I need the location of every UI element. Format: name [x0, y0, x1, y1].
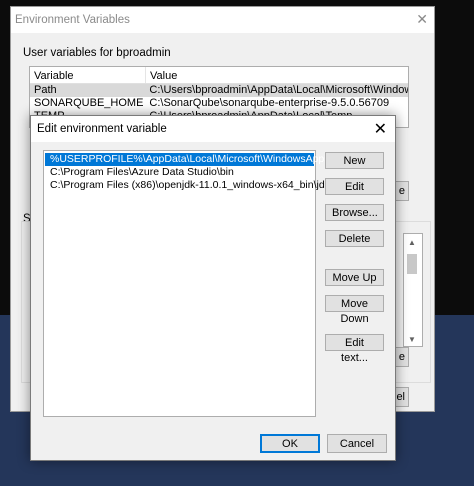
edit-text-button[interactable]: Edit text...: [325, 334, 384, 364]
scroll-down-icon[interactable]: ▼: [408, 335, 416, 344]
env-titlebar: Environment Variables ✕: [11, 7, 434, 33]
delete-button[interactable]: Delete: [325, 230, 384, 247]
user-variables-group-label: User variables for bproadmin: [23, 47, 171, 59]
env-window-title: Environment Variables: [15, 14, 130, 26]
close-icon[interactable]: ✕: [416, 11, 428, 28]
row-value: C:\SonarQube\sonarqube-enterprise-9.5.0.…: [149, 97, 390, 109]
column-header-value[interactable]: Value: [146, 67, 181, 83]
row-variable: SONARQUBE_HOME: [34, 97, 144, 109]
ok-button[interactable]: OK: [260, 434, 320, 453]
scroll-thumb[interactable]: [407, 254, 417, 274]
table-row[interactable]: SONARQUBE_HOME C:\SonarQube\sonarqube-en…: [30, 97, 408, 110]
user-variables-header: Variable Value: [30, 67, 408, 84]
scroll-up-icon[interactable]: ▲: [408, 238, 416, 247]
table-row[interactable]: Path C:\Users\bproadmin\AppData\Local\Mi…: [30, 84, 408, 97]
row-value: C:\Users\bproadmin\AppData\Local\Microso…: [149, 84, 408, 96]
system-variables-scrollbar[interactable]: ▲ ▼: [403, 233, 423, 347]
column-header-variable[interactable]: Variable: [30, 67, 146, 83]
list-item[interactable]: C:\Program Files\Azure Data Studio\bin: [45, 166, 314, 179]
dialog-titlebar: Edit environment variable ✕: [31, 116, 395, 142]
move-up-button[interactable]: Move Up: [325, 269, 384, 286]
dialog-title: Edit environment variable: [37, 123, 167, 135]
browse-button[interactable]: Browse...: [325, 204, 384, 221]
cancel-button[interactable]: Cancel: [327, 434, 387, 453]
path-entries-list[interactable]: %USERPROFILE%\AppData\Local\Microsoft\Wi…: [43, 150, 379, 417]
row-variable: Path: [34, 84, 57, 96]
list-item[interactable]: C:\Program Files (x86)\openjdk-11.0.1_wi…: [45, 179, 379, 192]
new-button[interactable]: New: [325, 152, 384, 169]
list-item[interactable]: %USERPROFILE%\AppData\Local\Microsoft\Wi…: [45, 153, 330, 166]
close-icon[interactable]: ✕: [374, 119, 387, 139]
edit-button[interactable]: Edit: [325, 178, 384, 195]
edit-environment-variable-dialog: Edit environment variable ✕ %USERPROFILE…: [30, 115, 396, 461]
move-down-button[interactable]: Move Down: [325, 295, 384, 325]
